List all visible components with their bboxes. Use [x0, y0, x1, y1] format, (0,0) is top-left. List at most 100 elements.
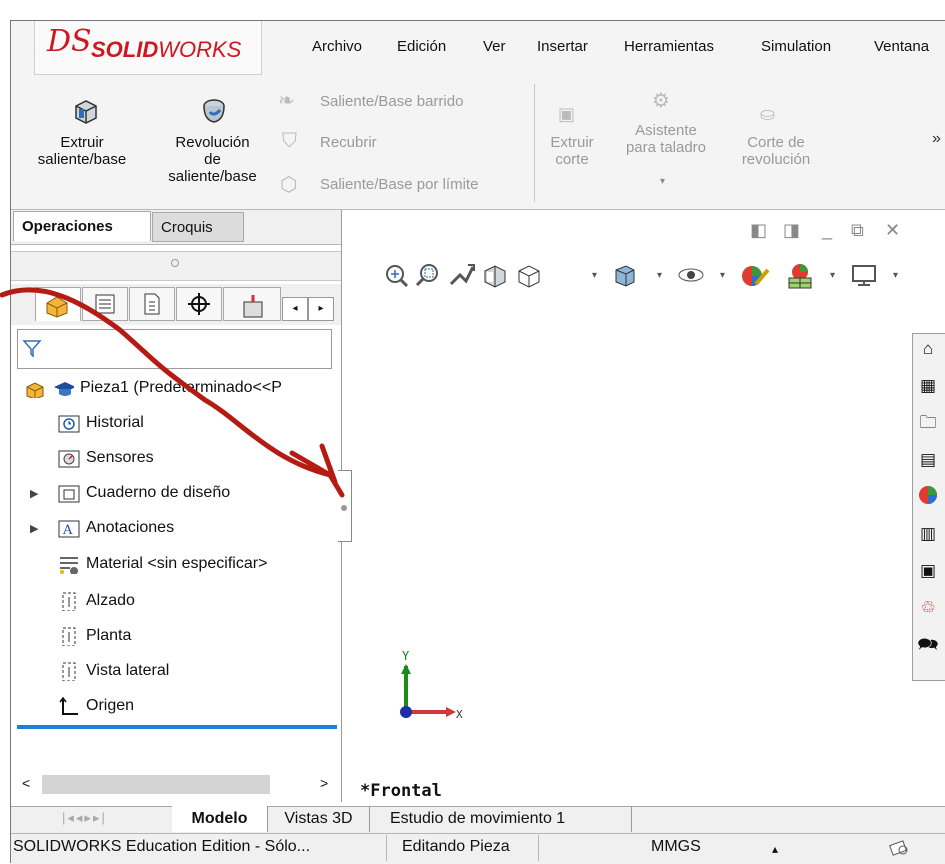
close-icon[interactable]: ✕	[885, 220, 900, 241]
svg-text:Y: Y	[402, 649, 410, 663]
annotations-icon: A	[58, 520, 80, 538]
custom-properties-icon[interactable]: ▥	[915, 521, 941, 547]
solidworks-forum-icon[interactable]: ▣	[915, 558, 941, 584]
units-menu-arrow-icon[interactable]: ▴	[772, 842, 778, 856]
plane-icon	[62, 662, 76, 681]
plane-icon	[62, 627, 76, 646]
menu-herramientas[interactable]: Herramientas	[624, 38, 714, 55]
dropdown-arrow-icon[interactable]: ▾	[592, 270, 597, 281]
hole-wizard-dropdown-icon[interactable]: ▾	[660, 176, 665, 187]
tab-navigation-arrows-icon[interactable]: |◂◂▸▸|	[62, 810, 162, 830]
previous-view-icon[interactable]	[448, 262, 476, 294]
loft-icon: ⛉	[282, 130, 297, 152]
dropdown-arrow-icon[interactable]: ▾	[720, 270, 725, 281]
tab-operaciones[interactable]: Operaciones	[13, 211, 151, 241]
extrude-cut-icon: ▣	[558, 104, 576, 124]
status-edition: SOLIDWORKS Education Edition - Sólo...	[13, 838, 311, 855]
minimize-icon[interactable]: _	[822, 220, 832, 241]
status-separator	[386, 835, 387, 861]
view-orientation-label: *Frontal	[360, 781, 442, 801]
tree-item-alzado[interactable]: Alzado	[58, 586, 135, 616]
swept-boss-button[interactable]: Saliente/Base barrido	[320, 93, 463, 110]
expand-arrow-icon[interactable]: ▶	[30, 522, 38, 535]
plane-icon	[62, 592, 76, 611]
menu-ver[interactable]: Ver	[483, 38, 506, 55]
extrude-boss-button[interactable]: Extruir saliente/base	[22, 134, 142, 168]
hole-wizard-button[interactable]: Asistente para taladro	[612, 122, 720, 156]
menu-insertar[interactable]: Insertar	[537, 38, 588, 55]
dropdown-arrow-icon[interactable]: ▾	[657, 270, 662, 281]
ribbon-separator	[534, 84, 535, 202]
loft-button[interactable]: Recubrir	[320, 134, 377, 151]
dropdown-arrow-icon[interactable]: ▾	[893, 270, 898, 281]
splitter-grip-icon	[171, 259, 179, 267]
view-settings-icon[interactable]	[850, 262, 878, 294]
scroll-left-icon[interactable]: <	[22, 775, 30, 791]
tree-item-origen[interactable]: Origen	[58, 691, 134, 721]
view-orientation-icon[interactable]	[515, 262, 543, 294]
hide-show-items-icon[interactable]	[677, 262, 705, 294]
menu-archivo[interactable]: Archivo	[312, 38, 362, 55]
design-library-folder-icon[interactable]: 🗀	[915, 410, 941, 436]
section-view-icon[interactable]	[481, 262, 509, 294]
svg-text:X: X	[456, 708, 463, 721]
boundary-boss-icon: ⬡	[280, 174, 298, 196]
hole-wizard-icon: ⚙	[652, 90, 670, 112]
restore-pane-right-icon[interactable]: ◨	[783, 220, 800, 241]
ds-logo-icon: DS	[47, 24, 92, 59]
solidworks-resources-icon[interactable]: ♲	[915, 595, 941, 621]
tree-item-label: Planta	[86, 627, 132, 644]
zoom-to-area-icon[interactable]	[415, 262, 441, 294]
tree-item-label: Material <sin especificar>	[86, 555, 268, 572]
tab-vistas-3d[interactable]: Vistas 3D	[268, 806, 370, 832]
appearances-icon[interactable]	[915, 484, 941, 510]
revolve-cut-icon: ⛀	[760, 104, 776, 124]
extrude-boss-icon	[70, 96, 100, 126]
file-explorer-icon[interactable]: ▤	[915, 447, 941, 473]
rollback-bar[interactable]	[17, 725, 337, 729]
scroll-right-icon[interactable]: >	[320, 775, 328, 791]
rebuild-status-icon[interactable]	[888, 838, 910, 858]
edit-appearance-icon[interactable]	[740, 262, 770, 296]
apply-scene-icon[interactable]	[785, 262, 815, 296]
svg-text:A: A	[62, 523, 73, 538]
revolve-boss-button[interactable]: Revolución de saliente/base	[155, 134, 270, 185]
logo-wordmark: SOLIDWORKS	[91, 37, 242, 62]
design-library-3d-icon[interactable]: ▦	[915, 373, 941, 399]
annotation-arrow	[0, 287, 345, 498]
restore-window-icon[interactable]: ⧉	[851, 220, 864, 241]
restore-pane-left-icon[interactable]: ◧	[750, 220, 767, 241]
tab-estudio-movimiento[interactable]: Estudio de movimiento 1	[370, 806, 632, 832]
extrude-cut-button[interactable]: Extruir corte	[540, 134, 604, 168]
menu-ventana[interactable]: Ventana	[874, 38, 929, 55]
menu-simulation[interactable]: Simulation	[761, 38, 831, 55]
tree-item-label: Anotaciones	[86, 519, 175, 536]
revolve-cut-button[interactable]: Corte de revolución	[728, 134, 824, 168]
material-icon	[60, 556, 78, 574]
swept-boss-icon: ❧	[278, 90, 295, 112]
menu-edicion[interactable]: Edición	[397, 38, 446, 55]
reference-triad: Y X	[390, 648, 480, 728]
boundary-boss-button[interactable]: Saliente/Base por límite	[320, 176, 478, 193]
solidworks-logo[interactable]: DS SOLIDWORKS	[34, 21, 262, 75]
scrollbar-thumb[interactable]	[42, 775, 270, 794]
revolve-boss-icon	[198, 96, 230, 128]
dropdown-arrow-icon[interactable]: ▾	[830, 270, 835, 281]
home-icon[interactable]: ⌂	[915, 336, 941, 362]
tab-croquis[interactable]: Croquis	[152, 212, 244, 242]
status-units[interactable]: MMGS	[651, 838, 701, 856]
tree-item-planta[interactable]: Planta	[58, 621, 131, 651]
tree-item-label: Alzado	[86, 592, 135, 609]
forum-chat-icon[interactable]: 🗪	[915, 632, 941, 658]
zoom-to-fit-icon[interactable]	[383, 262, 409, 294]
tree-item-label: Vista lateral	[86, 662, 170, 679]
tab-modelo[interactable]: Modelo	[172, 806, 268, 832]
tree-item-material[interactable]: Material <sin especificar>	[58, 549, 267, 579]
status-mode: Editando Pieza	[402, 838, 510, 855]
origin-icon	[59, 696, 78, 715]
status-separator	[538, 835, 539, 861]
display-style-icon[interactable]	[612, 262, 638, 294]
ribbon-more-button[interactable]: »	[932, 130, 941, 148]
tree-item-vista-lateral[interactable]: Vista lateral	[58, 656, 169, 686]
tree-item-label: Origen	[86, 697, 135, 714]
